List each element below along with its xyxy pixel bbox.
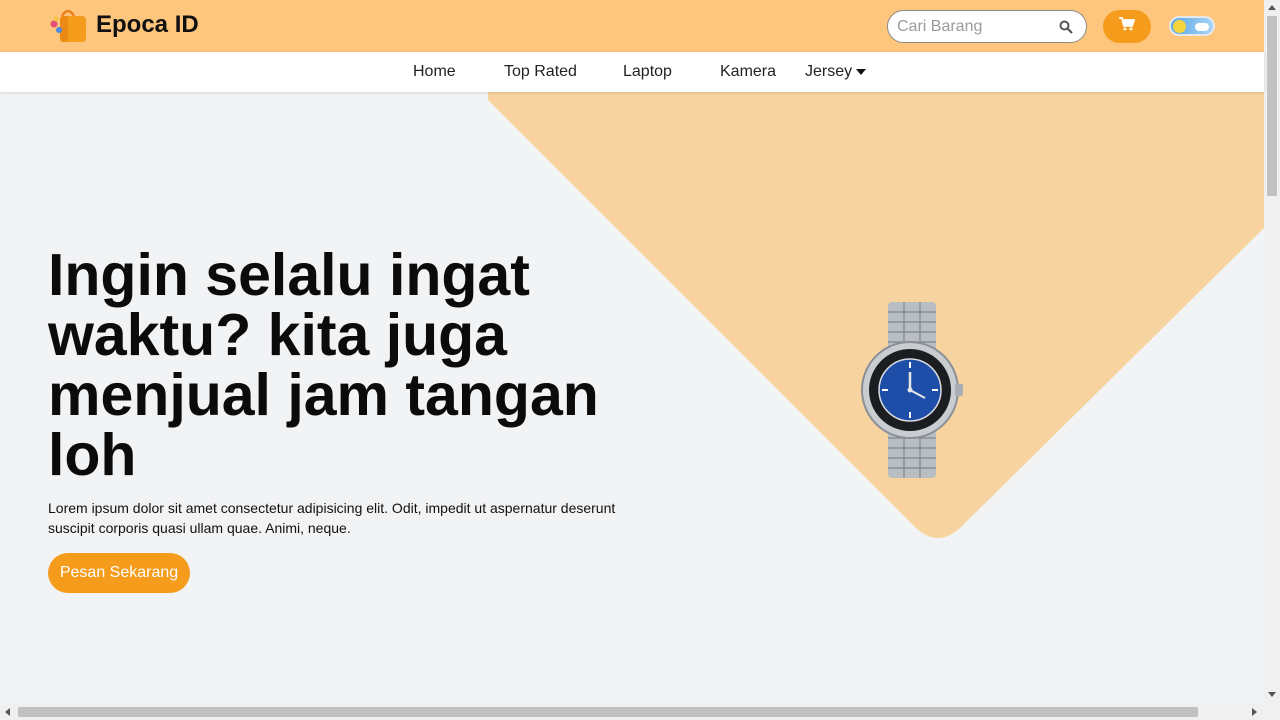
scroll-down-icon[interactable] [1268,692,1276,697]
nav-kamera[interactable]: Kamera [720,63,776,81]
scroll-up-icon[interactable] [1268,5,1276,10]
caret-down-icon [856,68,867,75]
nav-laptop[interactable]: Laptop [623,63,672,81]
main-nav: Home Top Rated Laptop Kamera Jersey [0,52,1264,92]
wristwatch-image [855,300,965,480]
hero-description: Lorem ipsum dolor sit amet consectetur a… [48,500,616,536]
order-now-button[interactable]: Pesan Sekarang [48,553,190,593]
vertical-scroll-thumb[interactable] [1267,16,1277,196]
nav-jersey[interactable]: Jersey [805,63,867,81]
nav-top-rated[interactable]: Top Rated [504,63,577,81]
nav-jersey-label: Jersey [805,63,853,80]
nav-home[interactable]: Home [413,63,456,81]
vertical-scrollbar[interactable] [1264,0,1280,704]
hero-title: Ingin selalu ingat waktu? kita juga menj… [48,242,599,488]
